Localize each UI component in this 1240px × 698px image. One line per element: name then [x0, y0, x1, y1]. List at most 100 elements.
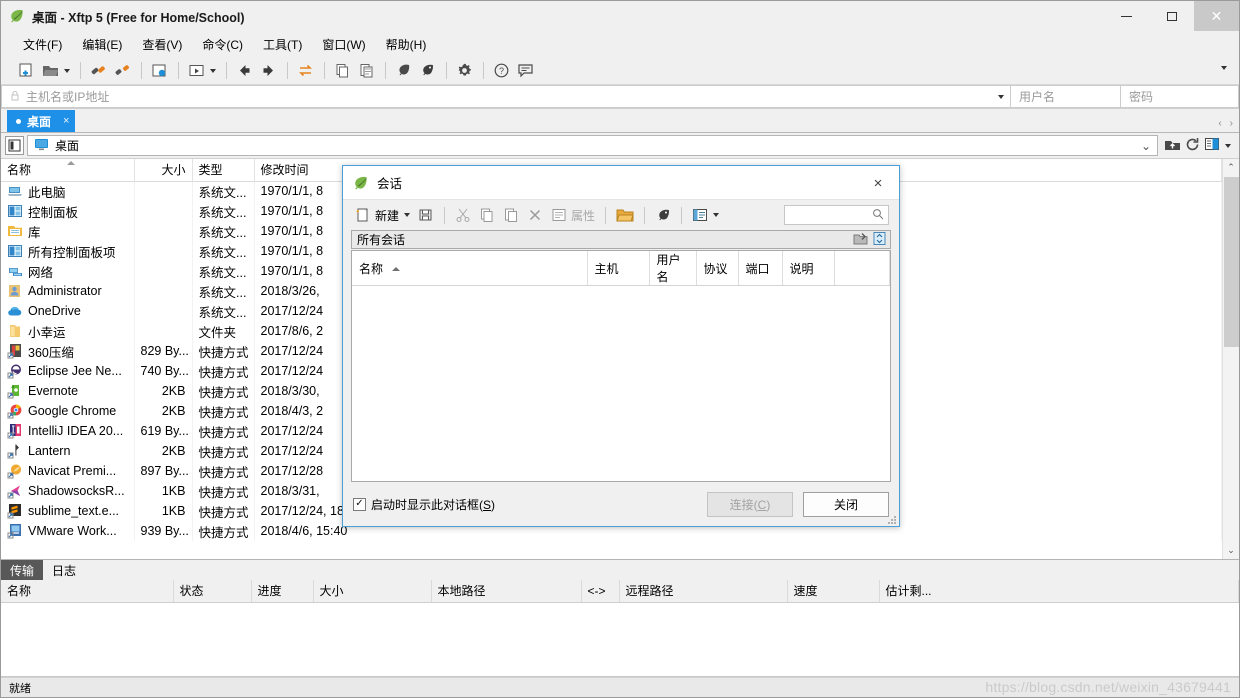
path-dropdown-icon[interactable]: ⌄	[1141, 139, 1151, 153]
gear-icon[interactable]	[453, 60, 475, 82]
toolbar-overflow-chevron-icon[interactable]	[1221, 66, 1227, 70]
menu-command[interactable]: 命令(C)	[192, 33, 253, 56]
help-icon[interactable]: ?	[490, 60, 512, 82]
toggle-folder-tree-icon[interactable]	[5, 136, 24, 155]
menu-tools[interactable]: 工具(T)	[253, 33, 312, 56]
menu-edit[interactable]: 编辑(E)	[72, 33, 132, 56]
tab-log[interactable]: 日志	[43, 560, 85, 580]
scol-username[interactable]: 用户名	[649, 251, 697, 286]
new-folder-button[interactable]	[414, 204, 438, 226]
scol-port[interactable]: 端口	[738, 251, 783, 286]
session-list[interactable]: 名称 主机 用户名 协议 端口 说明	[351, 250, 891, 482]
show-on-startup-checkbox[interactable]: ✓ 启动时显示此对话框(S)	[353, 496, 495, 513]
scroll-up-icon[interactable]: ⌃	[1223, 159, 1240, 176]
close-button[interactable]: 关闭	[803, 491, 889, 517]
paste-icon[interactable]	[499, 204, 523, 226]
scol-description[interactable]: 说明	[782, 251, 835, 286]
parent-folder-icon[interactable]	[1164, 136, 1181, 156]
paste-icon[interactable]	[355, 60, 377, 82]
xftp-link-icon[interactable]	[416, 60, 438, 82]
host-input[interactable]: 主机名或IP地址	[1, 85, 991, 108]
scrollbar-thumb[interactable]	[1224, 177, 1239, 347]
file-name-cell: Eclipse Jee Ne...	[1, 361, 135, 381]
copy-icon[interactable]	[475, 204, 499, 226]
username-input[interactable]: 用户名	[1011, 85, 1121, 108]
xcol-localpath[interactable]: 本地路径	[431, 580, 582, 603]
session-search-input[interactable]	[784, 205, 889, 225]
cut-icon[interactable]	[451, 204, 475, 226]
xcol-name[interactable]: 名称	[1, 580, 174, 603]
dialog-close-icon[interactable]: ×	[861, 170, 895, 196]
tab-desktop[interactable]: 桌面 ×	[7, 110, 76, 132]
status-text: 就绪	[9, 682, 31, 695]
menu-view[interactable]: 查看(V)	[132, 33, 192, 56]
open-folder-icon[interactable]	[39, 60, 61, 82]
menu-file[interactable]: 文件(F)	[13, 33, 72, 56]
run-dropdown-icon[interactable]	[210, 68, 216, 73]
host-history-dropdown-icon[interactable]	[991, 85, 1011, 108]
col-type[interactable]: 类型	[192, 159, 255, 182]
tab-scroll-left-icon[interactable]: ‹	[1218, 118, 1221, 129]
xcol-remotepath[interactable]: 远程路径	[619, 580, 788, 603]
back-arrow-icon[interactable]	[233, 60, 255, 82]
file-size-cell	[134, 301, 193, 321]
file-type-cell: 系统文...	[192, 241, 255, 261]
scroll-down-icon[interactable]: ⌄	[1223, 542, 1240, 559]
view-layout-icon[interactable]	[1204, 136, 1221, 156]
xshell-link-icon[interactable]	[392, 60, 414, 82]
feedback-icon[interactable]	[514, 60, 536, 82]
scol-protocol[interactable]: 协议	[696, 251, 739, 286]
run-icon[interactable]	[185, 60, 207, 82]
open-folder-icon[interactable]	[612, 204, 638, 226]
dialog-resize-grip[interactable]	[887, 514, 897, 524]
refresh-icon[interactable]	[1184, 136, 1201, 156]
connect-button[interactable]: 连接(C)	[707, 491, 793, 517]
new-session-button[interactable]: 新建	[351, 204, 403, 226]
view-layout-dropdown-icon[interactable]	[1225, 143, 1231, 148]
xcol-size[interactable]: 大小	[313, 580, 432, 603]
tab-transfer[interactable]: 传输	[1, 560, 44, 580]
sync-sessions-icon[interactable]	[872, 231, 887, 249]
copy-icon[interactable]	[331, 60, 353, 82]
col-size[interactable]: 大小	[134, 159, 193, 182]
scol-host[interactable]: 主机	[587, 251, 650, 286]
disconnect-icon[interactable]	[111, 60, 133, 82]
xcol-direction[interactable]: <->	[581, 580, 620, 603]
import-sessions-icon[interactable]	[853, 231, 868, 249]
new-session-dropdown-icon[interactable]	[404, 213, 411, 217]
connect-icon[interactable]	[87, 60, 109, 82]
session-filter-bar[interactable]: 所有会话	[351, 230, 891, 249]
menu-window[interactable]: 窗口(W)	[312, 33, 375, 56]
path-input[interactable]: 桌面 ⌄	[27, 135, 1158, 156]
session-settings-icon[interactable]	[148, 60, 170, 82]
file-name-cell: Administrator	[1, 281, 135, 301]
xftp-leaf-icon[interactable]	[651, 204, 675, 226]
view-mode-dropdown-icon[interactable]	[713, 213, 720, 217]
forward-arrow-icon[interactable]	[257, 60, 279, 82]
delete-icon[interactable]	[523, 204, 547, 226]
properties-button[interactable]: 属性	[547, 204, 599, 226]
new-session-icon[interactable]	[15, 60, 37, 82]
xcol-progress[interactable]: 进度	[251, 580, 314, 603]
maximize-icon[interactable]	[1149, 1, 1194, 31]
file-name-cell: 库	[1, 221, 135, 241]
xcol-speed[interactable]: 速度	[787, 580, 880, 603]
menu-help[interactable]: 帮助(H)	[376, 33, 437, 56]
title-bar: 桌面 - Xftp 5 (Free for Home/School) ✕	[1, 1, 1239, 31]
sync-transfer-icon[interactable]	[294, 60, 316, 82]
file-list-scrollbar[interactable]: ⌃ ⌄	[1222, 159, 1239, 559]
scol-name[interactable]: 名称	[352, 251, 588, 286]
col-name[interactable]: 名称	[1, 159, 135, 182]
session-table: 名称 主机 用户名 协议 端口 说明	[352, 251, 890, 286]
password-input[interactable]: 密码	[1121, 85, 1239, 108]
checkbox-box[interactable]: ✓	[353, 497, 366, 511]
open-folder-dropdown-icon[interactable]	[64, 68, 70, 73]
xcol-status[interactable]: 状态	[173, 580, 252, 603]
xcol-eta[interactable]: 估计剩...	[879, 580, 1239, 603]
tab-close-icon[interactable]: ×	[57, 115, 69, 127]
close-icon[interactable]: ✕	[1194, 1, 1239, 31]
minimize-icon[interactable]	[1104, 1, 1149, 31]
computer-icon	[7, 183, 23, 199]
tab-scroll-right-icon[interactable]: ›	[1230, 118, 1233, 129]
view-mode-icon[interactable]	[688, 204, 712, 226]
